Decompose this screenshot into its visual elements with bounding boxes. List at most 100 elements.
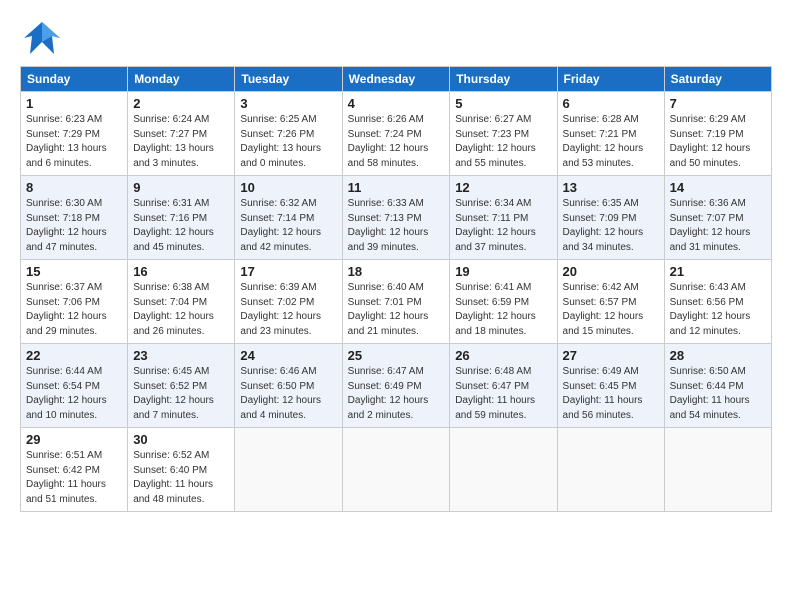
day-cell: 19 Sunrise: 6:41 AMSunset: 6:59 PMDaylig… xyxy=(450,260,557,344)
day-info: Sunrise: 6:39 AMSunset: 7:02 PMDaylight:… xyxy=(240,281,336,339)
day-number: 21 xyxy=(670,264,766,279)
day-info: Sunrise: 6:31 AMSunset: 7:16 PMDaylight:… xyxy=(133,197,229,255)
day-cell: 11 Sunrise: 6:33 AMSunset: 7:13 PMDaylig… xyxy=(342,176,450,260)
day-info: Sunrise: 6:33 AMSunset: 7:13 PMDaylight:… xyxy=(348,197,445,255)
day-info: Sunrise: 6:42 AMSunset: 6:57 PMDaylight:… xyxy=(563,281,659,339)
day-number: 7 xyxy=(670,96,766,111)
day-number: 23 xyxy=(133,348,229,363)
column-header-saturday: Saturday xyxy=(664,67,771,92)
logo-icon xyxy=(22,20,62,56)
day-number: 30 xyxy=(133,432,229,447)
day-cell: 3 Sunrise: 6:25 AMSunset: 7:26 PMDayligh… xyxy=(235,92,342,176)
week-row-2: 8 Sunrise: 6:30 AMSunset: 7:18 PMDayligh… xyxy=(21,176,772,260)
day-number: 22 xyxy=(26,348,122,363)
day-cell: 8 Sunrise: 6:30 AMSunset: 7:18 PMDayligh… xyxy=(21,176,128,260)
day-cell: 24 Sunrise: 6:46 AMSunset: 6:50 PMDaylig… xyxy=(235,344,342,428)
day-cell xyxy=(664,428,771,512)
day-info: Sunrise: 6:40 AMSunset: 7:01 PMDaylight:… xyxy=(348,281,445,339)
week-row-4: 22 Sunrise: 6:44 AMSunset: 6:54 PMDaylig… xyxy=(21,344,772,428)
day-cell: 9 Sunrise: 6:31 AMSunset: 7:16 PMDayligh… xyxy=(128,176,235,260)
day-number: 19 xyxy=(455,264,551,279)
day-cell: 5 Sunrise: 6:27 AMSunset: 7:23 PMDayligh… xyxy=(450,92,557,176)
day-info: Sunrise: 6:27 AMSunset: 7:23 PMDaylight:… xyxy=(455,113,551,171)
calendar-header-row: SundayMondayTuesdayWednesdayThursdayFrid… xyxy=(21,67,772,92)
day-number: 16 xyxy=(133,264,229,279)
day-info: Sunrise: 6:47 AMSunset: 6:49 PMDaylight:… xyxy=(348,365,445,423)
day-number: 13 xyxy=(563,180,659,195)
day-cell: 6 Sunrise: 6:28 AMSunset: 7:21 PMDayligh… xyxy=(557,92,664,176)
day-number: 2 xyxy=(133,96,229,111)
day-cell: 25 Sunrise: 6:47 AMSunset: 6:49 PMDaylig… xyxy=(342,344,450,428)
day-info: Sunrise: 6:50 AMSunset: 6:44 PMDaylight:… xyxy=(670,365,766,423)
column-header-thursday: Thursday xyxy=(450,67,557,92)
day-cell: 17 Sunrise: 6:39 AMSunset: 7:02 PMDaylig… xyxy=(235,260,342,344)
day-cell xyxy=(557,428,664,512)
day-info: Sunrise: 6:38 AMSunset: 7:04 PMDaylight:… xyxy=(133,281,229,339)
day-info: Sunrise: 6:26 AMSunset: 7:24 PMDaylight:… xyxy=(348,113,445,171)
day-number: 26 xyxy=(455,348,551,363)
day-number: 9 xyxy=(133,180,229,195)
column-header-friday: Friday xyxy=(557,67,664,92)
day-cell: 29 Sunrise: 6:51 AMSunset: 6:42 PMDaylig… xyxy=(21,428,128,512)
day-number: 11 xyxy=(348,180,445,195)
day-info: Sunrise: 6:43 AMSunset: 6:56 PMDaylight:… xyxy=(670,281,766,339)
column-header-wednesday: Wednesday xyxy=(342,67,450,92)
day-cell: 4 Sunrise: 6:26 AMSunset: 7:24 PMDayligh… xyxy=(342,92,450,176)
day-number: 10 xyxy=(240,180,336,195)
day-cell: 18 Sunrise: 6:40 AMSunset: 7:01 PMDaylig… xyxy=(342,260,450,344)
day-number: 28 xyxy=(670,348,766,363)
day-number: 8 xyxy=(26,180,122,195)
day-number: 17 xyxy=(240,264,336,279)
day-cell: 23 Sunrise: 6:45 AMSunset: 6:52 PMDaylig… xyxy=(128,344,235,428)
day-info: Sunrise: 6:49 AMSunset: 6:45 PMDaylight:… xyxy=(563,365,659,423)
day-cell: 26 Sunrise: 6:48 AMSunset: 6:47 PMDaylig… xyxy=(450,344,557,428)
day-cell: 27 Sunrise: 6:49 AMSunset: 6:45 PMDaylig… xyxy=(557,344,664,428)
day-number: 3 xyxy=(240,96,336,111)
day-number: 4 xyxy=(348,96,445,111)
logo xyxy=(20,20,66,56)
day-info: Sunrise: 6:24 AMSunset: 7:27 PMDaylight:… xyxy=(133,113,229,171)
day-cell: 20 Sunrise: 6:42 AMSunset: 6:57 PMDaylig… xyxy=(557,260,664,344)
day-cell: 15 Sunrise: 6:37 AMSunset: 7:06 PMDaylig… xyxy=(21,260,128,344)
day-info: Sunrise: 6:32 AMSunset: 7:14 PMDaylight:… xyxy=(240,197,336,255)
day-cell: 7 Sunrise: 6:29 AMSunset: 7:19 PMDayligh… xyxy=(664,92,771,176)
calendar-table: SundayMondayTuesdayWednesdayThursdayFrid… xyxy=(20,66,772,512)
day-info: Sunrise: 6:48 AMSunset: 6:47 PMDaylight:… xyxy=(455,365,551,423)
day-cell: 30 Sunrise: 6:52 AMSunset: 6:40 PMDaylig… xyxy=(128,428,235,512)
day-number: 24 xyxy=(240,348,336,363)
day-info: Sunrise: 6:35 AMSunset: 7:09 PMDaylight:… xyxy=(563,197,659,255)
day-info: Sunrise: 6:28 AMSunset: 7:21 PMDaylight:… xyxy=(563,113,659,171)
day-info: Sunrise: 6:25 AMSunset: 7:26 PMDaylight:… xyxy=(240,113,336,171)
day-cell: 16 Sunrise: 6:38 AMSunset: 7:04 PMDaylig… xyxy=(128,260,235,344)
day-number: 5 xyxy=(455,96,551,111)
day-number: 1 xyxy=(26,96,122,111)
week-row-1: 1 Sunrise: 6:23 AMSunset: 7:29 PMDayligh… xyxy=(21,92,772,176)
day-info: Sunrise: 6:46 AMSunset: 6:50 PMDaylight:… xyxy=(240,365,336,423)
day-info: Sunrise: 6:36 AMSunset: 7:07 PMDaylight:… xyxy=(670,197,766,255)
day-info: Sunrise: 6:34 AMSunset: 7:11 PMDaylight:… xyxy=(455,197,551,255)
day-cell: 28 Sunrise: 6:50 AMSunset: 6:44 PMDaylig… xyxy=(664,344,771,428)
day-info: Sunrise: 6:41 AMSunset: 6:59 PMDaylight:… xyxy=(455,281,551,339)
day-cell: 12 Sunrise: 6:34 AMSunset: 7:11 PMDaylig… xyxy=(450,176,557,260)
day-number: 15 xyxy=(26,264,122,279)
day-number: 12 xyxy=(455,180,551,195)
day-info: Sunrise: 6:37 AMSunset: 7:06 PMDaylight:… xyxy=(26,281,122,339)
day-number: 6 xyxy=(563,96,659,111)
day-info: Sunrise: 6:45 AMSunset: 6:52 PMDaylight:… xyxy=(133,365,229,423)
day-cell: 14 Sunrise: 6:36 AMSunset: 7:07 PMDaylig… xyxy=(664,176,771,260)
day-cell xyxy=(342,428,450,512)
day-cell xyxy=(235,428,342,512)
day-number: 27 xyxy=(563,348,659,363)
day-info: Sunrise: 6:30 AMSunset: 7:18 PMDaylight:… xyxy=(26,197,122,255)
day-info: Sunrise: 6:44 AMSunset: 6:54 PMDaylight:… xyxy=(26,365,122,423)
day-info: Sunrise: 6:23 AMSunset: 7:29 PMDaylight:… xyxy=(26,113,122,171)
day-cell: 10 Sunrise: 6:32 AMSunset: 7:14 PMDaylig… xyxy=(235,176,342,260)
week-row-3: 15 Sunrise: 6:37 AMSunset: 7:06 PMDaylig… xyxy=(21,260,772,344)
day-info: Sunrise: 6:52 AMSunset: 6:40 PMDaylight:… xyxy=(133,449,229,507)
day-info: Sunrise: 6:51 AMSunset: 6:42 PMDaylight:… xyxy=(26,449,122,507)
day-cell xyxy=(450,428,557,512)
day-info: Sunrise: 6:29 AMSunset: 7:19 PMDaylight:… xyxy=(670,113,766,171)
day-cell: 1 Sunrise: 6:23 AMSunset: 7:29 PMDayligh… xyxy=(21,92,128,176)
header xyxy=(20,16,772,56)
column-header-monday: Monday xyxy=(128,67,235,92)
